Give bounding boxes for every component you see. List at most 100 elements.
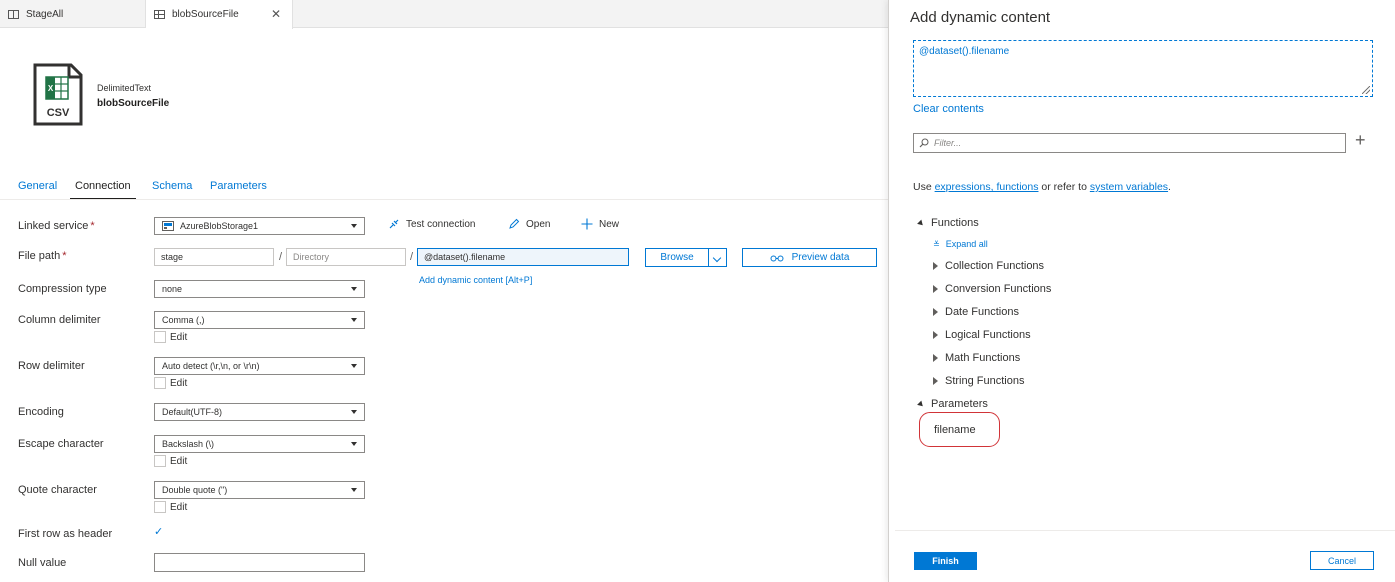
expand-icon [933, 377, 938, 385]
collapse-icon [917, 219, 925, 227]
glasses-icon [770, 255, 784, 261]
quote-character-edit[interactable]: Edit [154, 501, 187, 513]
panel-title: Add dynamic content [910, 9, 1051, 26]
chevron-down-icon [351, 364, 357, 368]
tree-item-conversion-functions[interactable]: Conversion Functions [933, 283, 1051, 295]
storage-icon [162, 221, 174, 231]
test-connection-button[interactable]: Test connection [388, 218, 476, 230]
edit-checkbox[interactable] [154, 501, 166, 513]
plug-icon [389, 219, 399, 229]
dynamic-content-panel: Add dynamic content @dataset().filename … [888, 0, 1395, 582]
open-button[interactable]: Open [508, 218, 550, 230]
expand-all-link[interactable]: ≚ Expand all [933, 239, 988, 249]
edit-checkbox[interactable] [154, 455, 166, 467]
preview-data-button[interactable]: Preview data [742, 248, 877, 267]
row-delimiter-label: Row delimiter [18, 360, 85, 372]
tab-divider [0, 199, 888, 200]
column-delimiter-select[interactable]: Comma (,) [154, 311, 365, 329]
file-path-label: File path * [18, 250, 67, 262]
tab-connection[interactable]: Connection [70, 180, 136, 200]
edit-checkbox[interactable] [154, 377, 166, 389]
expand-icon [933, 308, 938, 316]
tree-item-collection-functions[interactable]: Collection Functions [933, 260, 1044, 272]
clear-contents-link[interactable]: Clear contents [913, 103, 984, 115]
tree-item-date-functions[interactable]: Date Functions [933, 306, 1019, 318]
expand-icon [933, 262, 938, 270]
first-row-header-checkbox[interactable]: ✓ [154, 527, 166, 539]
parameter-item-filename[interactable]: filename [919, 412, 1000, 447]
tree-item-math-functions[interactable]: Math Functions [933, 352, 1020, 364]
expressions-functions-link[interactable]: expressions, functions [935, 181, 1039, 193]
tab-stageall[interactable]: StageAll [0, 0, 146, 28]
cancel-button[interactable]: Cancel [1310, 551, 1374, 570]
collapse-icon [917, 400, 925, 408]
tab-parameters[interactable]: Parameters [210, 180, 267, 200]
escape-character-select[interactable]: Backslash (\) [154, 435, 365, 453]
system-variables-link[interactable]: system variables [1090, 181, 1168, 193]
finish-button[interactable]: Finish [914, 552, 977, 570]
column-delimiter-label: Column delimiter [18, 314, 101, 326]
dataset-name: blobSourceFile [97, 98, 170, 109]
add-icon[interactable]: + [1355, 130, 1366, 151]
compression-type-select[interactable]: none [154, 280, 365, 298]
tab-blobsourcefile[interactable]: blobSourceFile ✕ [146, 0, 293, 29]
expression-text: @dataset().filename [919, 46, 1010, 57]
search-icon [919, 138, 929, 148]
container-input[interactable]: stage [154, 248, 274, 266]
linked-service-label: Linked service * [18, 220, 95, 232]
expression-editor[interactable]: @dataset().filename [913, 40, 1373, 97]
plus-icon [581, 218, 593, 230]
tree-item-logical-functions[interactable]: Logical Functions [933, 329, 1031, 341]
filter-input[interactable]: Filter... [913, 133, 1346, 153]
pencil-icon [509, 218, 520, 229]
expand-icon [933, 331, 938, 339]
chevron-down-icon [351, 410, 357, 414]
escape-character-label: Escape character [18, 438, 104, 450]
double-chevron-icon: ≚ [933, 239, 940, 249]
path-separator: / [279, 251, 283, 263]
pipeline-icon [8, 9, 19, 19]
chevron-down-icon [351, 224, 357, 228]
help-text: Use expressions, functions or refer to s… [913, 181, 1171, 193]
edit-checkbox[interactable] [154, 331, 166, 343]
path-separator: / [410, 251, 414, 263]
linked-service-select[interactable]: AzureBlobStorage1 [154, 217, 365, 235]
row-delimiter-edit[interactable]: Edit [154, 377, 187, 389]
add-dynamic-content-link[interactable]: Add dynamic content [Alt+P] [419, 275, 532, 285]
parameters-header[interactable]: Parameters [917, 398, 988, 410]
svg-text:X: X [48, 84, 54, 93]
quote-character-label: Quote character [18, 484, 97, 496]
dataset-icon [154, 10, 165, 19]
chevron-down-icon [351, 488, 357, 492]
resize-grip-icon[interactable] [1362, 86, 1370, 94]
directory-input[interactable]: Directory [286, 248, 406, 266]
dataset-type: DelimitedText [97, 83, 152, 93]
browse-dropdown-button[interactable] [708, 248, 727, 267]
null-value-label: Null value [18, 557, 67, 569]
tree-item-string-functions[interactable]: String Functions [933, 375, 1024, 387]
csv-file-icon: X CSV [33, 63, 83, 126]
expand-icon [933, 354, 938, 362]
chevron-down-icon [351, 318, 357, 322]
file-name-input[interactable]: @dataset().filename [417, 248, 629, 266]
footer-divider [895, 530, 1395, 531]
first-row-header-label: First row as header [18, 528, 113, 540]
null-value-input[interactable] [154, 553, 365, 572]
functions-header[interactable]: Functions [917, 217, 979, 229]
quote-character-select[interactable]: Double quote (") [154, 481, 365, 499]
tab-schema[interactable]: Schema [152, 180, 192, 200]
compression-type-label: Compression type [18, 283, 107, 295]
chevron-down-icon [351, 442, 357, 446]
tab-general[interactable]: General [18, 180, 57, 200]
browse-button[interactable]: Browse [645, 248, 709, 267]
escape-character-edit[interactable]: Edit [154, 455, 187, 467]
csv-icon-label: CSV [47, 107, 70, 119]
column-delimiter-edit[interactable]: Edit [154, 331, 187, 343]
tab-label: blobSourceFile [172, 9, 239, 20]
tab-label: StageAll [26, 8, 64, 20]
close-icon[interactable]: ✕ [271, 7, 281, 21]
encoding-select[interactable]: Default(UTF-8) [154, 403, 365, 421]
chevron-down-icon [351, 287, 357, 291]
row-delimiter-select[interactable]: Auto detect (\r,\n, or \r\n) [154, 357, 365, 375]
new-button[interactable]: New [581, 218, 619, 230]
